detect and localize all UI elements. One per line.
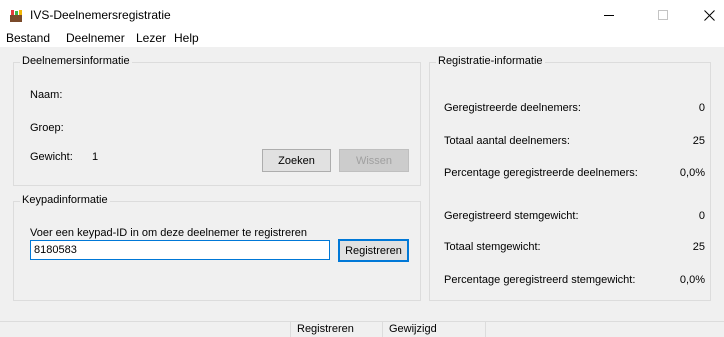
menu-help[interactable]: Help: [174, 31, 199, 45]
status-mode: Registreren: [290, 322, 382, 337]
close-button[interactable]: [686, 0, 724, 30]
weight-value: 1: [92, 151, 99, 163]
menu-bestand[interactable]: Bestand: [6, 31, 50, 45]
participant-info-title: Deelnemersinformatie: [20, 55, 132, 67]
participant-percentage-label: Percentage geregistreerde deelnemers:: [444, 167, 638, 179]
total-participants-value: 25: [692, 135, 705, 147]
status-bar: Registreren Gewijzigd: [0, 321, 724, 337]
maximize-button[interactable]: [640, 0, 686, 30]
group-label: Groep:: [30, 122, 64, 134]
registered-participants-value: 0: [698, 102, 705, 114]
menu-deelnemer[interactable]: Deelnemer: [66, 31, 125, 45]
minimize-button[interactable]: [586, 0, 632, 30]
keypad-info-title: Keypadinformatie: [20, 194, 110, 206]
total-weight-label: Totaal stemgewicht:: [444, 241, 541, 253]
status-state: Gewijzigd: [382, 322, 486, 337]
maximize-icon: [658, 10, 668, 20]
keypad-id-input[interactable]: [30, 240, 330, 260]
weight-label: Gewicht:: [30, 151, 73, 163]
title-bar: IVS-Deelnemersregistratie: [0, 0, 724, 30]
weight-percentage-label: Percentage geregistreerd stemgewicht:: [444, 274, 636, 286]
total-participants-label: Totaal aantal deelnemers:: [444, 135, 570, 147]
participant-percentage-value: 0,0%: [679, 167, 705, 179]
name-label: Naam:: [30, 89, 63, 101]
menu-bar: Bestand Deelnemer Lezer Help: [0, 30, 724, 47]
keypad-instruction: Voer een keypad-ID in om deze deelnemer …: [30, 227, 307, 239]
registration-info-title: Registratie-informatie: [436, 55, 545, 67]
registration-info-group: Registratie-informatie Geregistreerde de…: [429, 55, 711, 301]
registered-weight-value: 0: [698, 210, 705, 222]
app-icon: [10, 10, 22, 22]
weight-percentage-value: 0,0%: [679, 274, 705, 286]
window-title: IVS-Deelnemersregistratie: [30, 8, 171, 22]
registered-weight-label: Geregistreerd stemgewicht:: [444, 210, 579, 222]
keypad-info-group: Keypadinformatie Voer een keypad-ID in o…: [13, 194, 421, 301]
client-area: Deelnemersinformatie Naam: Groep: Gewich…: [0, 47, 724, 337]
search-button[interactable]: Zoeken: [262, 149, 331, 172]
minimize-icon: [604, 14, 614, 16]
register-button[interactable]: Registreren: [338, 239, 409, 262]
total-weight-value: 25: [692, 241, 705, 253]
close-icon: [703, 9, 715, 21]
menu-lezer[interactable]: Lezer: [136, 31, 166, 45]
participant-info-group: Deelnemersinformatie Naam: Groep: Gewich…: [13, 55, 421, 186]
registered-participants-label: Geregistreerde deelnemers:: [444, 102, 581, 114]
clear-button[interactable]: Wissen: [339, 149, 409, 172]
